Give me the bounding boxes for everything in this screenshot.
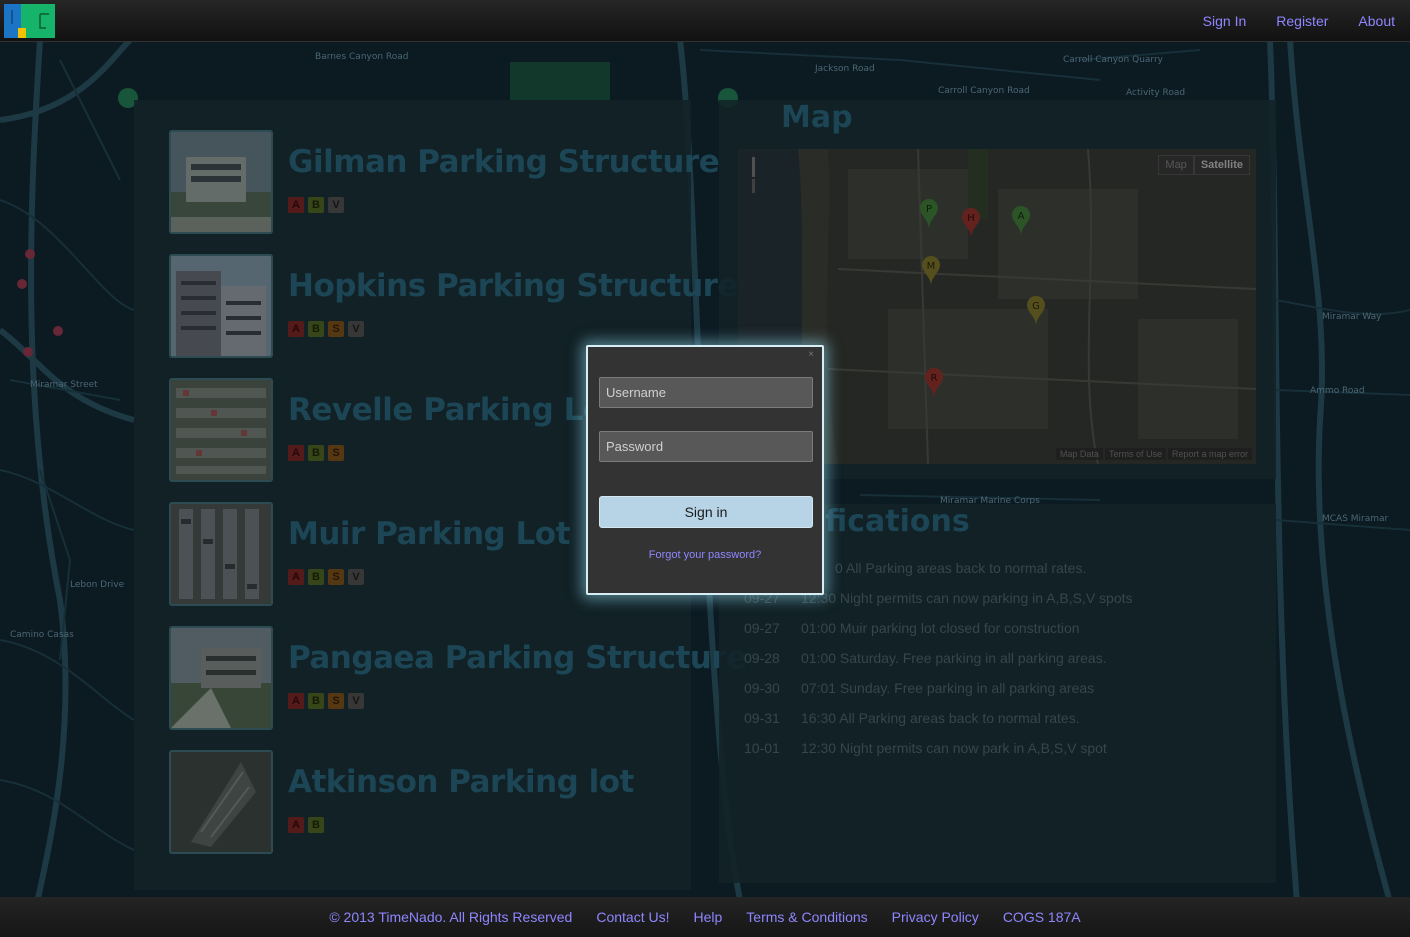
footer-privacy-link[interactable]: Privacy Policy bbox=[892, 909, 979, 925]
nav-about-link[interactable]: About bbox=[1343, 0, 1410, 42]
nav-register-link[interactable]: Register bbox=[1261, 0, 1343, 42]
forgot-password-link[interactable]: Forgot your password? bbox=[588, 549, 822, 561]
footer-help-link[interactable]: Help bbox=[693, 909, 722, 925]
close-icon[interactable]: × bbox=[808, 349, 814, 360]
sign-in-button[interactable]: Sign in bbox=[599, 496, 813, 528]
login-modal: × Sign in Forgot your password? bbox=[586, 345, 824, 595]
footer-contact-link[interactable]: Contact Us! bbox=[596, 909, 669, 925]
nav-sign-in-link[interactable]: Sign In bbox=[1188, 0, 1262, 42]
footer-cogs-link[interactable]: COGS 187A bbox=[1003, 909, 1081, 925]
footer-terms-link[interactable]: Terms & Conditions bbox=[746, 909, 867, 925]
password-field[interactable] bbox=[599, 431, 813, 462]
page-footer: © 2013 TimeNado. All Rights Reserved Con… bbox=[0, 897, 1410, 937]
top-navbar: Sign In Register About bbox=[0, 0, 1410, 42]
footer-copyright-link[interactable]: © 2013 TimeNado. All Rights Reserved bbox=[329, 909, 572, 925]
nav-links: Sign In Register About bbox=[1188, 0, 1410, 42]
username-field[interactable] bbox=[599, 377, 813, 408]
timenado-logo[interactable] bbox=[4, 4, 55, 38]
